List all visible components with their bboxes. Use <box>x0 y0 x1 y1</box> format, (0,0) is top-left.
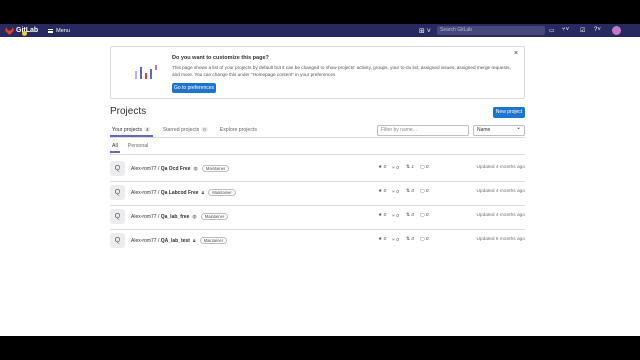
tabs-divider <box>110 137 525 138</box>
menu-label: Menu <box>56 27 70 34</box>
project-avatar[interactable]: Q <box>110 161 125 176</box>
subtab-all[interactable]: All <box>110 143 120 153</box>
lock-icon: 🔒︎ <box>192 238 196 244</box>
merge-request-icon[interactable]: ⇅ 1 <box>406 165 420 171</box>
customize-illustration-icon <box>135 65 157 79</box>
role-badge: Maintainer <box>200 213 229 220</box>
menu-button[interactable]: Menu <box>48 28 70 34</box>
subtab-personal[interactable]: Personal <box>126 143 150 153</box>
new-item-icon[interactable]: ⊞ ˅ <box>419 27 431 35</box>
todo-icon[interactable]: ☑ <box>580 27 585 34</box>
globe-icon: ◍ <box>192 214 197 220</box>
role-badge: Maintainer <box>208 189 236 196</box>
fork-icon[interactable]: ⑂ 0 <box>392 213 406 219</box>
fork-icon[interactable]: ⑂ 0 <box>392 237 406 243</box>
subtabs-divider <box>110 154 525 155</box>
filter-input[interactable]: Filter by name... <box>377 125 469 136</box>
user-avatar[interactable] <box>612 26 621 35</box>
star-icon[interactable]: ★ 0 <box>378 237 392 243</box>
merge-request-icon[interactable]: ⇅ 0 <box>406 237 420 243</box>
project-stats: ★ 0 ⑂ 0 ⇅ 0 ▢ 0 <box>378 189 434 195</box>
sort-dropdown[interactable]: Name <box>473 124 525 136</box>
go-to-preferences-button[interactable]: Go to preferences <box>172 83 216 93</box>
project-stats: ★ 0 ⑂ 0 ⇅ 1 ▢ 0 <box>378 165 434 171</box>
project-avatar[interactable]: Q <box>110 209 125 224</box>
tab-count: 4 <box>144 127 151 132</box>
project-row[interactable]: Q Alex-rom77 / Qa Labcod Free 🔒︎ Maintaine… <box>110 181 525 205</box>
project-avatar[interactable]: Q <box>110 185 125 200</box>
role-badge: Maintainer <box>199 237 228 244</box>
globe-icon: ◍ <box>193 166 198 172</box>
close-icon[interactable]: × <box>514 50 518 57</box>
project-row[interactable]: Q Alex-rom77 / Qa Ocd Free ◍ Maintainer ★ … <box>110 157 525 181</box>
brand-label: GitLab <box>16 27 39 34</box>
project-stats: ★ 0 ⑂ 0 ⇅ 0 ▢ 0 <box>378 237 434 243</box>
project-row[interactable]: Q Alex-rom77 / QA_lab_test 🔒︎ Maintainer ★… <box>110 229 525 253</box>
project-name[interactable]: Alex-rom77 / Qa_lab_free ◍ Maintainer <box>131 213 229 220</box>
fork-icon[interactable]: ⑂ 0 <box>392 189 406 195</box>
updated-time: Updated 4 months ago <box>476 213 525 218</box>
project-stats: ★ 0 ⑂ 0 ⇅ 0 ▢ 0 <box>378 213 434 219</box>
hamburger-icon <box>48 28 54 33</box>
mouse-cursor <box>22 31 27 36</box>
project-row[interactable]: Q Alex-rom77 / Qa_lab_free ◍ Maintainer ★ … <box>110 205 525 229</box>
project-name[interactable]: Alex-rom77 / QA_lab_test 🔒︎ Maintainer <box>131 237 228 244</box>
issue-icon[interactable]: ▢ 0 <box>420 237 434 243</box>
star-icon[interactable]: ★ 0 <box>378 165 392 171</box>
project-name[interactable]: Alex-rom77 / Qa Labcod Free 🔒︎ Maintainer <box>131 189 236 196</box>
star-icon[interactable]: ★ 0 <box>378 213 392 219</box>
merge-requests-icon[interactable]: ⑂˅ <box>562 27 569 33</box>
new-project-button[interactable]: New project <box>493 107 525 118</box>
project-avatar[interactable]: Q <box>110 233 125 248</box>
page-title: Projects <box>110 106 147 117</box>
merge-request-icon[interactable]: ⇅ 0 <box>406 213 420 219</box>
tab-explore-projects[interactable]: Explore projects <box>218 123 259 137</box>
issue-icon[interactable]: ▢ 0 <box>420 165 434 171</box>
help-icon[interactable]: ?˅ <box>594 27 601 33</box>
merge-request-icon[interactable]: ⇅ 0 <box>406 189 420 195</box>
updated-time: Updated 4 months ago <box>476 189 525 194</box>
issue-icon[interactable]: ▢ 0 <box>420 189 434 195</box>
tab-your-projects[interactable]: Your projects 4 <box>110 123 153 137</box>
issue-icon[interactable]: ▢ 0 <box>420 213 434 219</box>
search-input[interactable]: Search GitLab <box>437 26 545 35</box>
tab-count: 0 <box>201 127 208 132</box>
fork-icon[interactable]: ⑂ 0 <box>392 165 406 171</box>
banner-title: Do you want to customize this page? <box>172 55 269 61</box>
project-tabs: Your projects 4 Starred projects 0 Explore… <box>110 123 267 137</box>
star-icon[interactable]: ★ 0 <box>378 189 392 195</box>
updated-time: Updated 6 months ago <box>476 237 525 242</box>
issues-icon[interactable]: ▭ <box>549 27 555 34</box>
customize-banner: Do you want to customize this page? This… <box>110 46 525 99</box>
banner-text: This page shows a list of your projects … <box>172 65 511 77</box>
role-badge: Maintainer <box>201 165 230 172</box>
tab-starred-projects[interactable]: Starred projects 0 <box>161 123 210 137</box>
namespace-tabs: All Personal <box>110 143 156 153</box>
project-name[interactable]: Alex-rom77 / Qa Ocd Free ◍ Maintainer <box>131 165 230 172</box>
updated-time: Updated 4 months ago <box>476 165 525 170</box>
tanuki-icon <box>5 26 14 35</box>
lock-icon: 🔒︎ <box>201 190 205 196</box>
